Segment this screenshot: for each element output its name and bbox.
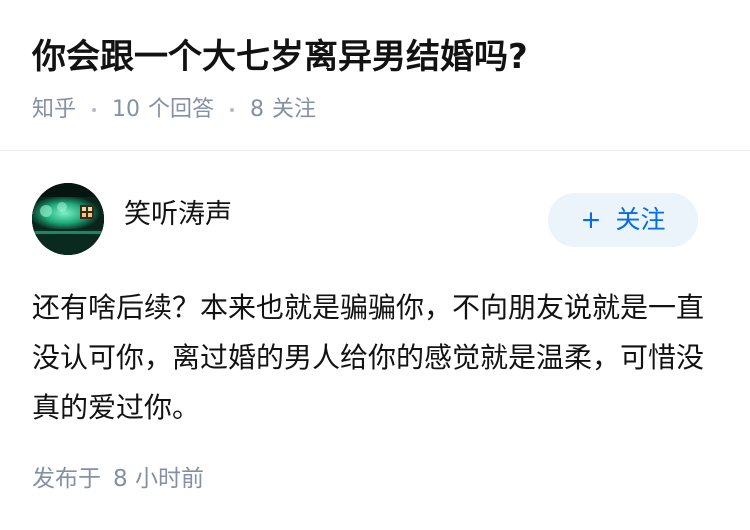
user-avatar-image — [32, 183, 104, 255]
avatar[interactable] — [32, 183, 104, 255]
published-time: 8 小时前 — [113, 466, 204, 492]
answer-publish-time: 发布于 8 小时前 — [32, 462, 204, 496]
separator-dot-icon — [230, 108, 235, 112]
question-header: 你会跟一个大七岁离异男结婚吗? 知乎 10 个回答 8 关注 — [0, 0, 750, 151]
answer-count-label: 个回答 — [148, 97, 215, 122]
answer-page: 你会跟一个大七岁离异男结婚吗? 知乎 10 个回答 8 关注 笑听涛声 + 关注… — [0, 0, 750, 530]
follower-count: 8 — [250, 97, 265, 122]
question-meta: 知乎 10 个回答 8 关注 — [32, 93, 316, 127]
published-label: 发布于 — [32, 466, 101, 492]
follow-button[interactable]: + 关注 — [548, 193, 698, 247]
separator-dot-icon — [92, 108, 97, 112]
follower-count-label: 关注 — [272, 97, 317, 122]
answer-count: 10 — [112, 97, 141, 122]
plus-icon: + — [580, 205, 602, 234]
follow-button-label: 关注 — [615, 205, 666, 234]
source-label[interactable]: 知乎 — [32, 93, 76, 127]
author-name[interactable]: 笑听涛声 — [124, 197, 232, 233]
author-info: 笑听涛声 + 关注 — [32, 183, 698, 255]
answer-content: 还有啥后续？本来也就是骗骗你，不向朋友说就是一直没认可你，离过婚的男人给你的感觉… — [32, 291, 705, 424]
question-title[interactable]: 你会跟一个大七岁离异男结婚吗? — [32, 33, 528, 81]
